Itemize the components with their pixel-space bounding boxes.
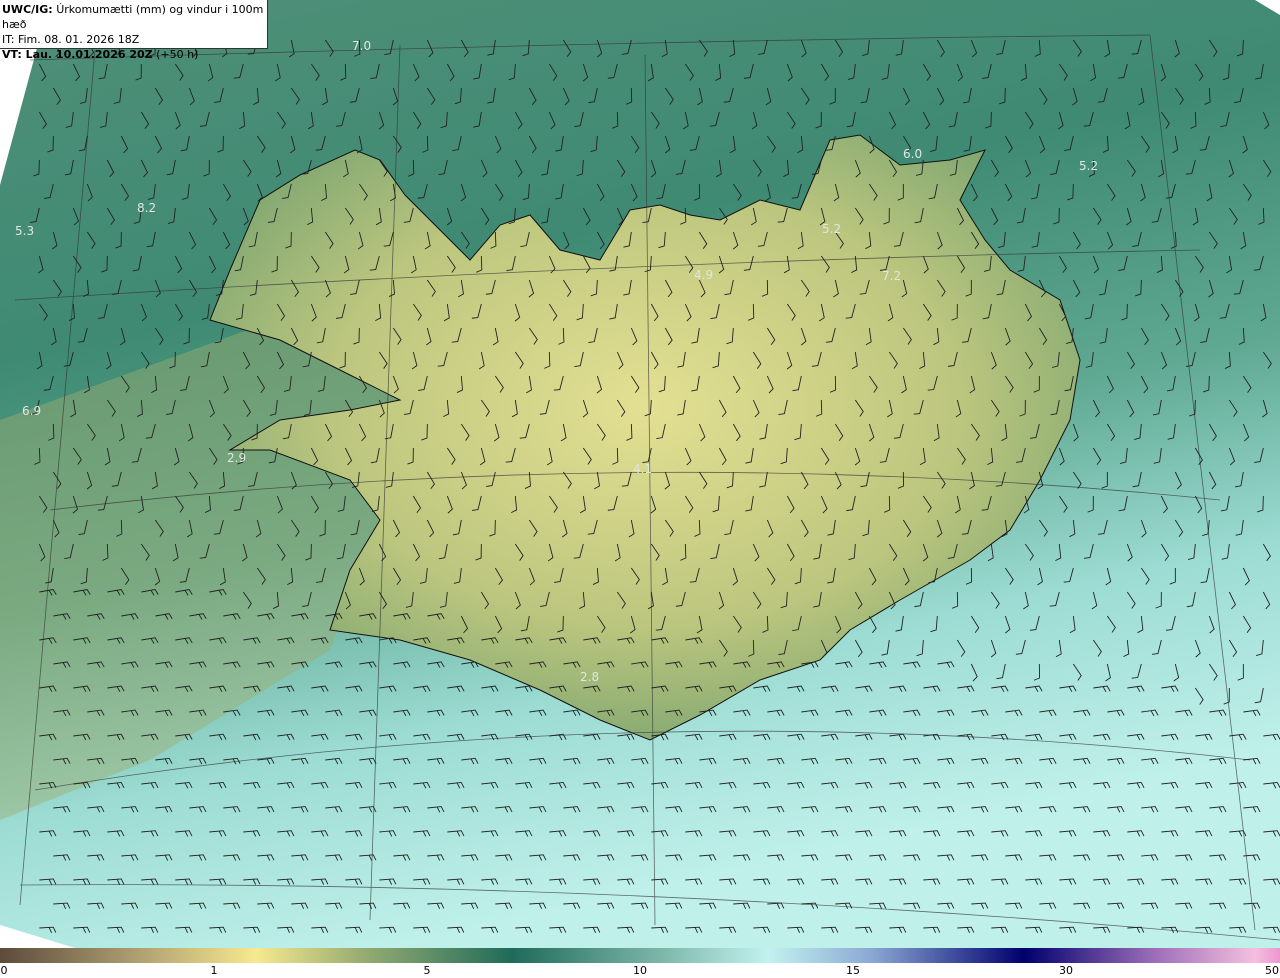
- colorbar-tick: 15: [846, 964, 860, 977]
- colorbar-tick: 5: [423, 964, 431, 977]
- value-label: 6.9: [22, 404, 41, 418]
- value-label: 7.2: [882, 269, 901, 283]
- value-label: 4.9: [694, 268, 713, 282]
- valid-time: VT: Lau. 10.01.2026 20Z: [2, 48, 153, 61]
- colorbar-tick: 10: [633, 964, 647, 977]
- value-label: 5.2: [1079, 159, 1098, 173]
- lead-time: (+50 h): [156, 48, 199, 61]
- value-label: 5.2: [822, 222, 841, 236]
- colorbar-ticks: 0 1 5 10 15 30 50: [0, 963, 1280, 978]
- weather-map[interactable]: 7.0 6.0 5.2 8.2 5.3 5.2 4.9 7.2 6.9 2.9 …: [0, 0, 1280, 948]
- value-label: 4.1: [633, 462, 652, 476]
- map-title-box: UWC/IG: Úrkomumætti (mm) og vindur i 100…: [0, 0, 268, 61]
- colorbar-tick: 50: [1265, 964, 1279, 977]
- initial-time: IT: Fim. 08. 01. 2026 18Z: [2, 33, 140, 46]
- colorbar-tick: 1: [210, 964, 218, 977]
- value-label: 2.9: [227, 451, 246, 465]
- colorbar-tick: 0: [0, 964, 8, 977]
- colorbar: [0, 948, 1280, 963]
- value-label: 2.8: [580, 670, 599, 684]
- model-name: UWC/IG:: [2, 3, 53, 16]
- colorbar-tick: 30: [1059, 964, 1073, 977]
- value-label: 6.0: [903, 147, 922, 161]
- value-label: 7.0: [352, 39, 371, 53]
- value-label: 8.2: [137, 201, 156, 215]
- value-label: 5.3: [15, 224, 34, 238]
